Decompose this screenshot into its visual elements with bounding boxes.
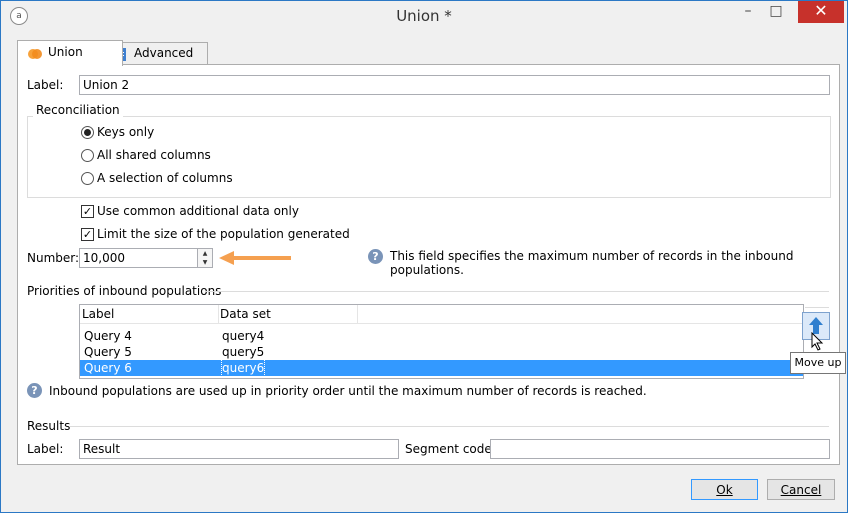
results-label-label: Label: xyxy=(27,442,64,456)
priorities-table[interactable]: Label Data set Query 4 query4 Query 5 qu… xyxy=(79,304,804,379)
radio-all-shared-columns[interactable] xyxy=(81,149,94,162)
label-field-label: Label: xyxy=(27,78,64,92)
radio-keys-only-label: Keys only xyxy=(97,125,155,139)
union-circles-icon xyxy=(28,49,42,59)
cancel-button[interactable]: Cancel xyxy=(767,479,835,500)
row-dataset: query4 xyxy=(222,329,265,343)
use-common-data-checkbox[interactable]: ✓ xyxy=(81,205,94,218)
number-hint: This field specifies the maximum number … xyxy=(390,249,794,277)
use-common-data-label: Use common additional data only xyxy=(97,204,299,218)
table-row[interactable]: Query 5 query5 xyxy=(80,344,803,360)
table-row-selected[interactable]: Query 6 query6 xyxy=(80,359,803,377)
radio-all-shared-columns-label: All shared columns xyxy=(97,148,211,162)
segment-code-input[interactable] xyxy=(490,439,830,459)
spin-down-icon[interactable]: ▼ xyxy=(198,258,212,267)
priorities-title: Priorities of inbound populations xyxy=(27,284,222,298)
highlight-arrow-icon xyxy=(219,251,291,265)
priorities-note: Inbound populations are used up in prior… xyxy=(49,384,647,398)
info-icon: ? xyxy=(27,383,42,398)
tab-union-label: Union xyxy=(48,45,83,59)
number-input[interactable]: 10,000 xyxy=(79,248,198,268)
union-dialog: a Union * – □ ✕ Union Advanced Label: Un… xyxy=(0,0,848,513)
move-up-tooltip: Move up xyxy=(790,352,846,374)
close-button[interactable]: ✕ xyxy=(798,1,844,23)
priorities-separator xyxy=(205,291,829,292)
row-label: Query 5 xyxy=(84,345,132,359)
tab-advanced-label: Advanced xyxy=(134,46,194,60)
results-separator xyxy=(69,426,829,427)
column-divider[interactable] xyxy=(357,305,358,323)
number-spinner[interactable]: ▲ ▼ xyxy=(197,248,213,268)
ok-button-label: Ok xyxy=(716,483,733,497)
radio-keys-only[interactable] xyxy=(81,126,94,139)
radio-selection-of-columns[interactable] xyxy=(81,172,94,185)
results-label-input[interactable]: Result xyxy=(79,439,399,459)
info-icon: ? xyxy=(368,249,383,264)
radio-selection-of-columns-label: A selection of columns xyxy=(97,171,233,185)
column-divider[interactable] xyxy=(218,305,219,323)
limit-size-label: Limit the size of the population generat… xyxy=(97,227,350,241)
reconciliation-title: Reconciliation xyxy=(33,103,123,117)
row-dataset: query6 xyxy=(220,359,266,377)
segment-code-label: Segment code: xyxy=(405,442,496,456)
mouse-cursor-icon xyxy=(811,332,824,351)
minimize-button[interactable]: – xyxy=(733,1,763,23)
col-dataset-header[interactable]: Data set xyxy=(220,307,271,321)
row-dataset: query5 xyxy=(222,345,265,359)
cancel-button-label: Cancel xyxy=(780,483,822,497)
row-label: Query 6 xyxy=(84,361,132,375)
limit-size-checkbox[interactable]: ✓ xyxy=(81,228,94,241)
priorities-separator-short xyxy=(805,307,829,308)
row-label: Query 4 xyxy=(84,329,132,343)
spin-up-icon[interactable]: ▲ xyxy=(198,249,212,258)
tab-union[interactable]: Union xyxy=(17,40,123,66)
label-input[interactable]: Union 2 xyxy=(79,75,830,95)
results-title: Results xyxy=(27,419,71,433)
maximize-button[interactable]: □ xyxy=(761,1,791,23)
table-header: Label Data set xyxy=(80,305,803,324)
table-row[interactable]: Query 4 query4 xyxy=(80,328,803,344)
window-title: Union * xyxy=(396,7,452,25)
title-bar[interactable]: a Union * – □ ✕ xyxy=(1,1,847,31)
number-label: Number: xyxy=(27,251,80,265)
col-label-header[interactable]: Label xyxy=(82,307,114,321)
ok-button[interactable]: Ok xyxy=(691,479,758,500)
